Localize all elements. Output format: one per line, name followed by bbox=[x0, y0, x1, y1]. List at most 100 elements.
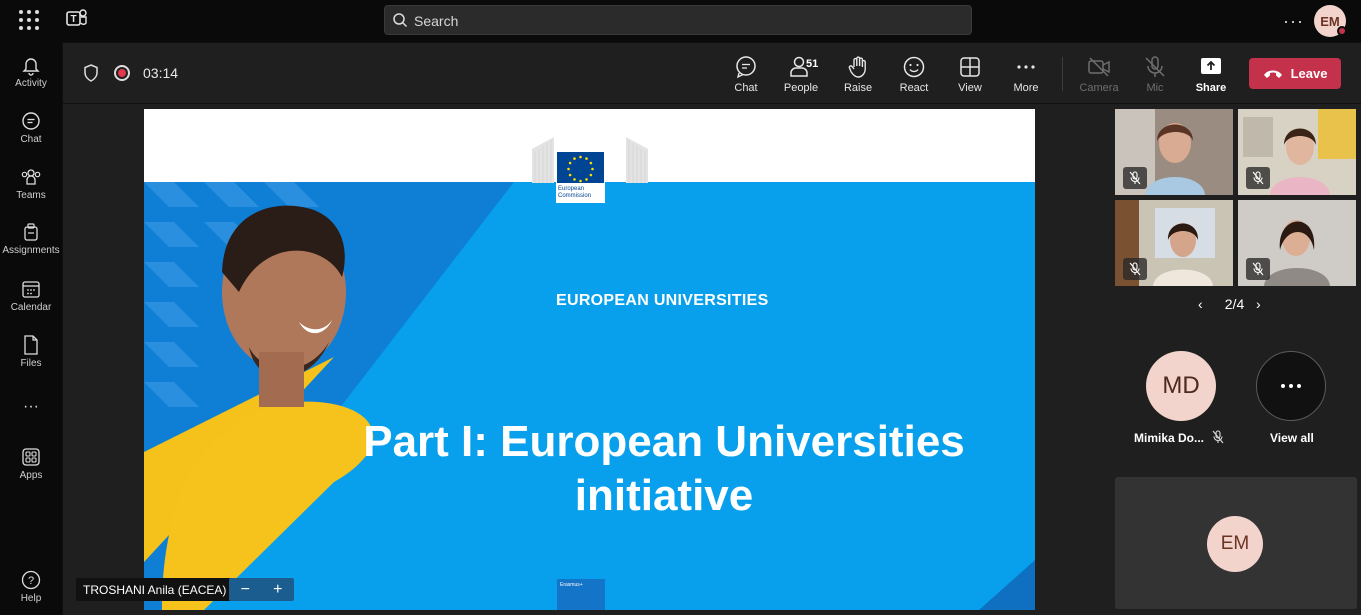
chevron-right-icon[interactable]: › bbox=[1256, 296, 1261, 312]
recording-icon bbox=[114, 65, 130, 81]
rail-item-chat[interactable]: Chat bbox=[0, 110, 62, 162]
rail-item-label: Assignments bbox=[2, 245, 60, 256]
apps-icon bbox=[22, 448, 40, 466]
rail-item-teams[interactable]: Teams bbox=[0, 166, 62, 218]
teams-meeting-window: T Search ··· EM Activity Chat Teams Assi… bbox=[0, 0, 1361, 615]
rail-item-label: Activity bbox=[15, 78, 47, 89]
mic-off-icon bbox=[1212, 430, 1224, 444]
participant-avatar[interactable]: MD bbox=[1146, 351, 1216, 421]
chat-icon bbox=[736, 56, 756, 79]
people-button-label: People bbox=[783, 82, 819, 94]
participant-video-tile[interactable] bbox=[1115, 200, 1233, 286]
help-icon: ? bbox=[21, 570, 41, 590]
zoom-controls: − + bbox=[229, 578, 294, 601]
svg-text:T: T bbox=[70, 14, 76, 25]
european-commission-logo: European Commission bbox=[532, 129, 648, 203]
chat-button[interactable]: Chat bbox=[719, 55, 773, 99]
settings-more-icon[interactable]: ··· bbox=[1283, 11, 1304, 32]
participant-video-tile[interactable] bbox=[1238, 109, 1356, 195]
search-input[interactable]: Search bbox=[384, 5, 972, 35]
more-button[interactable]: More bbox=[999, 55, 1053, 99]
view-button-label: View bbox=[958, 82, 982, 94]
search-placeholder: Search bbox=[414, 13, 459, 29]
ec-logo-text-2: Commission bbox=[558, 193, 592, 199]
rail-item-label: Calendar bbox=[10, 302, 52, 313]
calendar-icon bbox=[22, 281, 40, 298]
hang-up-icon bbox=[1263, 70, 1282, 78]
chevron-left-icon[interactable]: ‹ bbox=[1198, 296, 1203, 312]
rail-item-apps[interactable]: Apps bbox=[0, 446, 62, 498]
rail-item-more[interactable]: ··· bbox=[0, 396, 62, 448]
camera-button[interactable]: Camera bbox=[1072, 55, 1126, 99]
shield-icon[interactable] bbox=[83, 64, 99, 82]
react-button[interactable]: React bbox=[887, 55, 941, 99]
svg-text:?: ? bbox=[28, 575, 34, 587]
meeting-control-bar: 03:14 Chat 51 People Raise React View Mo… bbox=[63, 43, 1361, 103]
view-all-label: View all bbox=[1270, 431, 1314, 445]
raise-button-label: Raise bbox=[843, 82, 873, 94]
status-badge bbox=[1337, 26, 1347, 36]
smiley-icon bbox=[903, 56, 925, 78]
share-screen-icon bbox=[1201, 58, 1221, 74]
mic-off-icon bbox=[1246, 258, 1270, 280]
view-all-button[interactable] bbox=[1256, 351, 1326, 421]
ec-logo-text-1: European bbox=[558, 186, 585, 192]
app-launcher-icon[interactable] bbox=[18, 9, 40, 31]
teams-logo-icon: T bbox=[66, 9, 87, 26]
user-avatar[interactable]: EM bbox=[1314, 5, 1347, 37]
people-button[interactable]: 51 People bbox=[774, 55, 828, 99]
meeting-timer: 03:14 bbox=[143, 65, 179, 81]
mic-off-icon bbox=[1145, 56, 1165, 77]
gallery-pager: ‹ 2/4 › bbox=[1108, 296, 1361, 312]
camera-off-icon bbox=[1088, 57, 1110, 77]
people-count-badge: 51 bbox=[806, 58, 819, 70]
rail-item-label: Chat bbox=[20, 134, 42, 145]
zoom-in-button[interactable]: + bbox=[273, 581, 282, 599]
share-button[interactable]: Share bbox=[1184, 55, 1238, 99]
camera-button-label: Camera bbox=[1079, 82, 1119, 94]
self-view-tile[interactable]: EM bbox=[1115, 477, 1357, 609]
mic-button[interactable]: Mic bbox=[1128, 55, 1182, 99]
user-initials: EM bbox=[1320, 13, 1340, 29]
rail-item-files[interactable]: Files bbox=[0, 334, 62, 386]
leave-button-label: Leave bbox=[1290, 66, 1328, 81]
rail-item-label: Teams bbox=[16, 190, 46, 201]
rail-item-label: Help bbox=[20, 593, 42, 604]
leave-button[interactable]: Leave bbox=[1249, 58, 1341, 89]
layout-icon bbox=[960, 57, 980, 77]
chat-icon bbox=[22, 112, 40, 130]
mic-off-icon bbox=[1246, 167, 1270, 189]
raise-hand-button[interactable]: Raise bbox=[831, 55, 885, 99]
shared-content-stage: European Commission EUROPEAN UNIVERSITIE… bbox=[63, 104, 1108, 615]
bell-icon bbox=[22, 58, 40, 76]
rail-item-activity[interactable]: Activity bbox=[0, 54, 62, 106]
assignments-icon bbox=[24, 223, 38, 241]
rail-item-assignments[interactable]: Assignments bbox=[0, 221, 62, 273]
mic-off-icon bbox=[1123, 258, 1147, 280]
react-button-label: React bbox=[899, 82, 929, 94]
chat-button-label: Chat bbox=[734, 82, 758, 94]
slide-heading: EUROPEAN UNIVERSITIES bbox=[556, 292, 769, 309]
more-icon: ··· bbox=[23, 398, 39, 415]
view-button[interactable]: View bbox=[943, 55, 997, 99]
participant-name: Mimika Do... bbox=[1134, 431, 1205, 445]
zoom-out-button[interactable]: − bbox=[241, 581, 250, 599]
rail-item-label: Files bbox=[20, 358, 42, 369]
rail-item-label: Apps bbox=[19, 470, 43, 481]
participants-panel: ‹ 2/4 › MD Mimika Do... View all EM bbox=[1108, 104, 1361, 615]
participant-video-tile[interactable] bbox=[1115, 109, 1233, 195]
more-button-label: More bbox=[1013, 82, 1039, 94]
more-icon bbox=[1017, 65, 1035, 69]
divider bbox=[1062, 57, 1063, 91]
mic-off-icon bbox=[1123, 167, 1147, 189]
rail-item-calendar[interactable]: Calendar bbox=[0, 278, 62, 330]
rail-item-help[interactable]: ? Help bbox=[0, 569, 62, 615]
slide-artwork bbox=[144, 182, 1035, 610]
participant-video-tile[interactable] bbox=[1238, 200, 1356, 286]
top-bar: T Search ··· EM bbox=[0, 0, 1361, 42]
erasmus-badge: Erasmus+ bbox=[557, 579, 605, 610]
share-button-label: Share bbox=[1195, 82, 1227, 94]
page-indicator: 2/4 bbox=[1224, 296, 1245, 312]
presenter-name-tag: TROSHANI Anila (EACEA) bbox=[76, 578, 234, 601]
self-avatar: EM bbox=[1207, 516, 1263, 572]
